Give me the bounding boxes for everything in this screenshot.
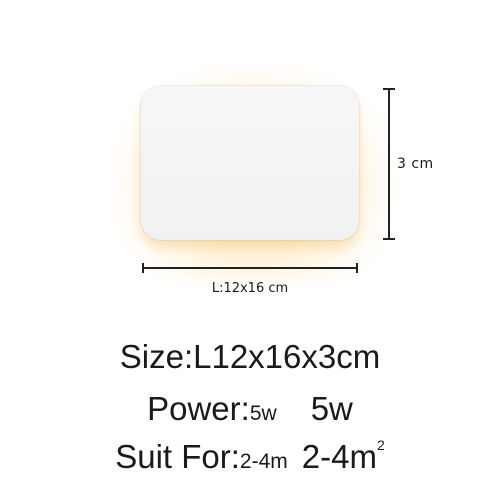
suit-spec-row: Suit For:2-4m 2-4m2	[0, 437, 500, 476]
height-dimension-cap-bottom	[383, 238, 395, 240]
suit-superscript: 2	[376, 437, 385, 453]
power-label: Power:	[147, 390, 250, 427]
size-label: Size:	[119, 338, 194, 375]
power-spec-row: Power:5w 5w	[0, 390, 500, 428]
length-dimension-cap-right	[356, 263, 358, 273]
height-label: 3 cm	[397, 156, 434, 172]
length-dimension-cap-left	[142, 263, 144, 273]
height-dimension-line	[388, 89, 390, 239]
size-value: L12x16x3cm	[193, 338, 381, 375]
height-dimension-cap-top	[383, 88, 395, 90]
power-value: 5w	[310, 390, 353, 427]
size-spec-row: Size:L12x16x3cm	[0, 338, 500, 376]
wall-lamp-image	[141, 86, 359, 240]
suit-value: 2-4m	[301, 438, 377, 475]
suit-small-value: 2-4m	[239, 450, 288, 473]
length-dimension-line	[143, 267, 357, 269]
length-label: L:12x16 cm	[211, 281, 289, 296]
power-small-value: 5w	[249, 402, 277, 425]
suit-label: Suit For:	[115, 438, 240, 475]
